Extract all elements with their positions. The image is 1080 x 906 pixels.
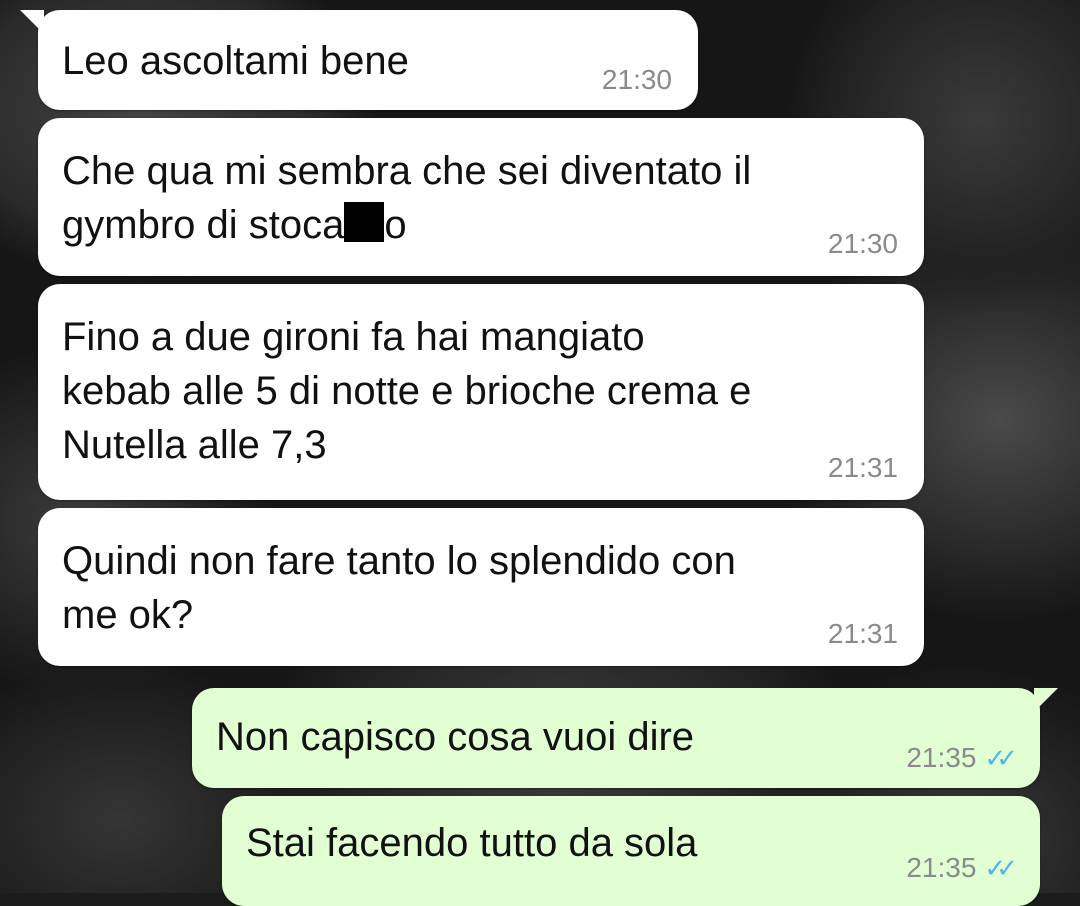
message-timestamp: 21:30	[601, 64, 672, 95]
message-bubble-outgoing[interactable]: Non capisco cosa vuoi dire 21:35 ✓✓	[192, 688, 1058, 788]
message-meta: 21:30	[602, 64, 672, 96]
message-bubble-incoming[interactable]: Leo ascoltami bene 21:30	[20, 10, 698, 110]
message-bubble-outgoing[interactable]: Stai facendo tutto da sola 21:35 ✓✓	[222, 796, 1040, 906]
message-timestamp: 21:35	[906, 852, 977, 883]
message-timestamp: 21:30	[827, 228, 898, 259]
message-meta: 21:35 ✓✓	[906, 852, 1018, 884]
double-check-read-icon: ✓✓	[984, 743, 1017, 773]
message-text-part: Che qua mi sembra che sei diventato il g…	[62, 149, 752, 247]
message-bubble-incoming[interactable]: Fino a due gironi fa hai mangiato kebab …	[38, 284, 924, 500]
message-bubble-incoming[interactable]: Che qua mi sembra che sei diventato il g…	[38, 118, 924, 276]
message-timestamp: 21:31	[827, 452, 898, 483]
message-meta: 21:35 ✓✓	[906, 742, 1018, 774]
message-text: Fino a due gironi fa hai mangiato kebab …	[62, 315, 752, 467]
message-text: Leo ascoltami bene	[62, 39, 409, 83]
message-bubble-incoming[interactable]: Quindi non fare tanto lo splendido con m…	[38, 508, 924, 666]
message-text: Quindi non fare tanto lo splendido con m…	[62, 539, 736, 637]
message-text: Non capisco cosa vuoi dire	[216, 715, 695, 759]
message-meta: 21:31	[828, 618, 898, 650]
redaction-block	[344, 202, 385, 242]
double-check-read-icon: ✓✓	[984, 853, 1017, 883]
message-text: Stai facendo tutto da sola	[246, 821, 698, 865]
bubble-tail	[1034, 688, 1058, 712]
message-meta: 21:31	[828, 452, 898, 484]
message-text-part: o	[384, 203, 407, 247]
message-timestamp: 21:35	[906, 742, 977, 773]
message-text: Che qua mi sembra che sei diventato il g…	[62, 144, 898, 252]
message-timestamp: 21:31	[827, 618, 898, 649]
message-meta: 21:30	[828, 228, 898, 260]
bubble-tail	[20, 10, 44, 34]
